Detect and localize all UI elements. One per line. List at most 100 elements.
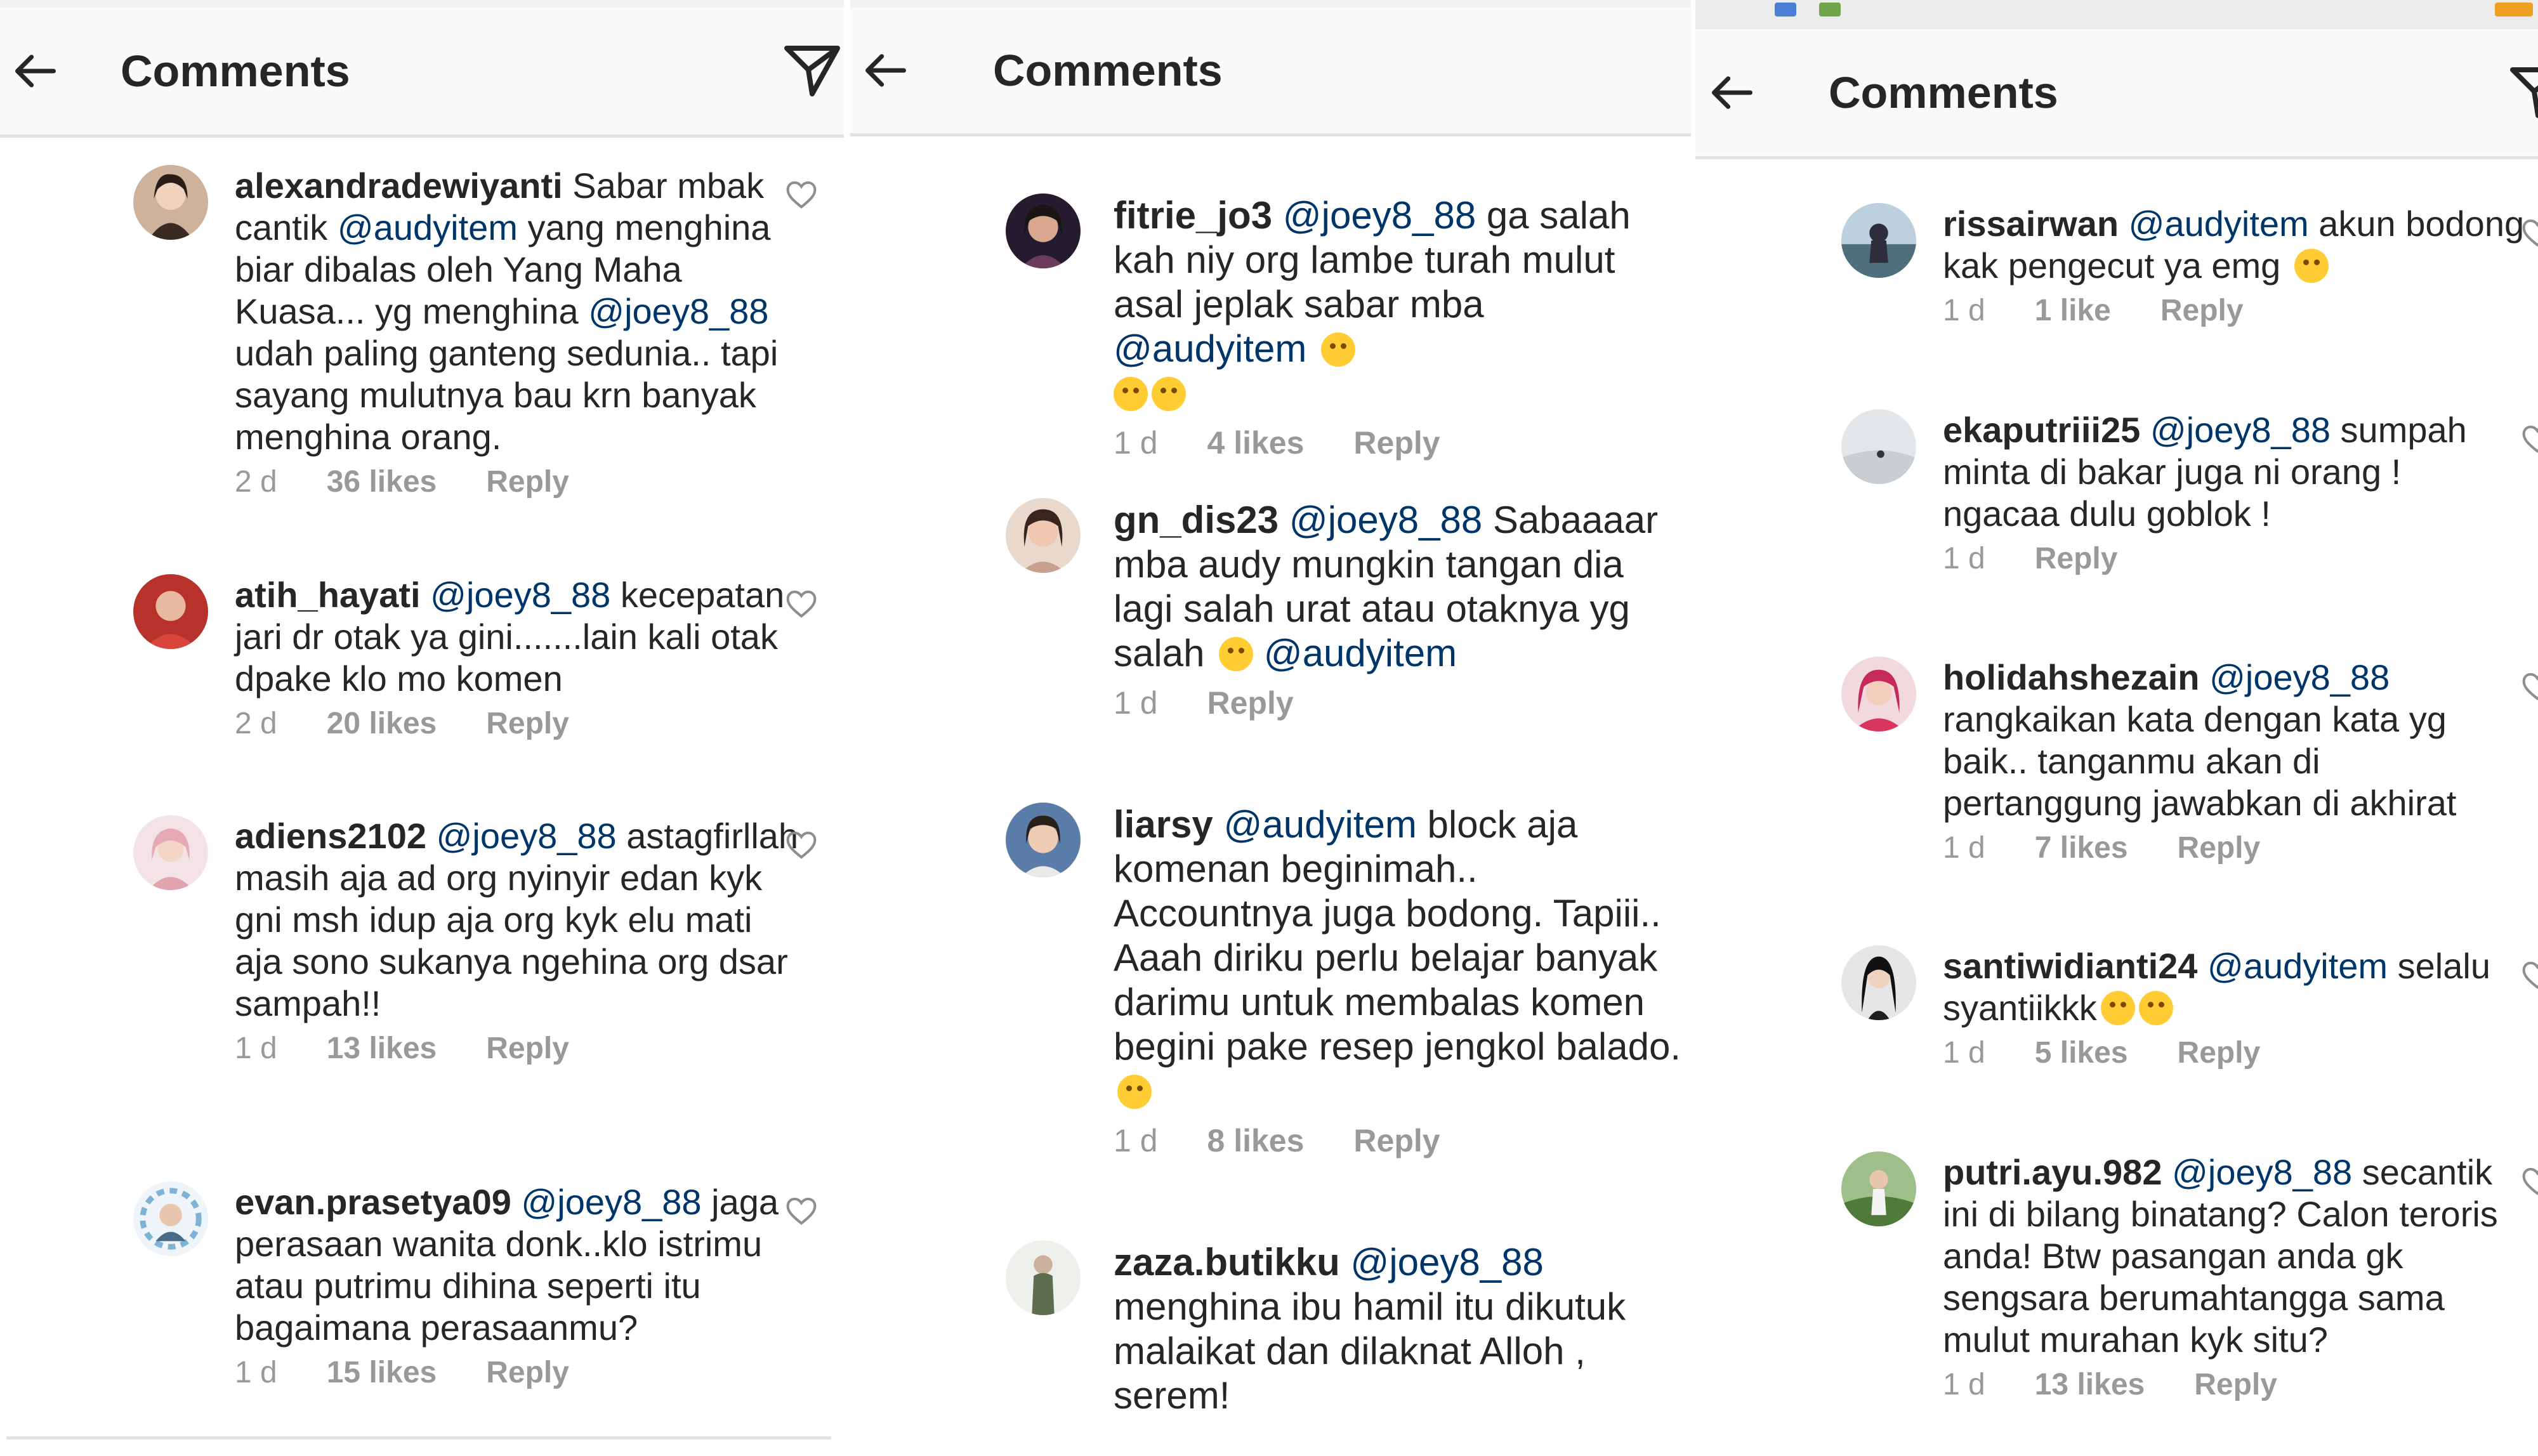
username-link[interactable]: zaza.butikku [1114,1241,1340,1283]
comment-body: alexandradewiyanti Sabar mbak cantik @au… [235,165,806,499]
avatar[interactable] [1841,203,1916,278]
back-arrow-icon[interactable] [11,47,60,95]
heart-icon[interactable] [784,178,819,212]
comment-body: liarsy @audyitem block aja komenan begin… [1114,803,1685,1159]
heart-eyes-emoji-icon [2100,991,2135,1025]
reply-button[interactable]: Reply [486,1355,569,1390]
mention-link[interactable]: @audyitem [1114,327,1306,370]
mention-link[interactable]: @audyitem [2207,946,2388,986]
avatar[interactable] [1841,409,1916,484]
mention-link[interactable]: @joey8_88 [2209,657,2390,697]
avatar[interactable] [1841,1151,1916,1226]
comment-text: evan.prasetya09 @joey8_88 jaga perasaan … [235,1181,806,1349]
heart-icon[interactable] [2520,216,2538,250]
avatar[interactable] [133,1181,208,1256]
smile-emoji-icon [2294,249,2329,283]
username-link[interactable]: fitrie_jo3 [1114,194,1272,237]
mention-link[interactable]: @joey8_88 [521,1182,701,1222]
reply-button[interactable]: Reply [2035,541,2118,576]
avatar[interactable] [1006,498,1081,573]
comment-text-part: menghina ibu hamil itu dikutuk malaikat … [1114,1285,1626,1417]
heart-icon[interactable] [2520,669,2538,704]
mention-link[interactable]: @joey8_88 [2150,410,2331,450]
comment-time: 1 d [1943,831,1985,865]
heart-icon[interactable] [2520,958,2538,992]
mention-link[interactable]: @joey8_88 [588,291,768,331]
mention-link[interactable]: @joey8_88 [1350,1241,1543,1283]
mention-link[interactable]: @audyitem [1223,803,1416,846]
heart-icon[interactable] [2520,1164,2538,1198]
likes-count[interactable]: 13 likes [327,1031,437,1066]
likes-count[interactable]: 36 likes [327,464,437,499]
avatar[interactable] [1006,193,1081,268]
likes-count[interactable]: 8 likes [1207,1122,1305,1159]
username-link[interactable]: santiwidianti24 [1943,946,2197,986]
mention-link[interactable]: @joey8_88 [1289,499,1482,541]
notification-icon [1819,3,1841,16]
username-link[interactable]: atih_hayati [235,575,421,615]
avatar[interactable] [1006,803,1081,877]
back-arrow-icon[interactable] [1708,69,1756,117]
reply-button[interactable]: Reply [2178,1035,2261,1070]
likes-count[interactable]: 1 like [2035,293,2111,328]
notification-icon [1775,3,1796,16]
username-link[interactable]: liarsy [1114,803,1213,846]
send-icon[interactable] [2508,62,2538,123]
status-bar [850,0,1691,8]
comments-header: Comments [1695,29,2538,159]
avatar[interactable] [133,815,208,890]
mention-link[interactable]: @audyitem [2129,204,2309,244]
send-icon[interactable] [782,41,843,102]
reply-button[interactable]: Reply [486,706,569,741]
likes-count[interactable]: 7 likes [2035,830,2128,865]
mention-link[interactable]: @joey8_88 [2172,1152,2352,1192]
reply-button[interactable]: Reply [1353,1122,1440,1159]
heart-icon[interactable] [2520,422,2538,456]
avatar[interactable] [133,574,208,649]
avatar[interactable] [1841,657,1916,731]
comments-screen-3: Comments rissairwan @audyitem akun bodon… [1695,0,2538,1456]
avatar[interactable] [1006,1240,1081,1315]
username-link[interactable]: holidahshezain [1943,657,2200,697]
reply-button[interactable]: Reply [2160,293,2244,328]
comment-meta: 1 d Reply [1943,541,2527,576]
divider [6,1436,831,1440]
reply-button[interactable]: Reply [486,1031,569,1066]
username-link[interactable]: alexandradewiyanti [235,166,563,206]
mention-link[interactable]: @joey8_88 [1283,194,1476,237]
comment-text: gn_dis23 @joey8_88 Sabaaaar mba audy mun… [1114,498,1685,676]
likes-count[interactable]: 4 likes [1207,424,1305,461]
comment-text: ekaputriii25 @joey8_88 sumpah minta di b… [1943,409,2527,535]
username-link[interactable]: rissairwan [1943,204,2119,244]
heart-icon[interactable] [784,587,819,621]
heart-eyes-emoji-icon [2138,991,2173,1025]
reply-button[interactable]: Reply [486,464,569,499]
likes-count[interactable]: 5 likes [2035,1035,2128,1070]
mention-link[interactable]: @audyitem [1264,632,1457,674]
username-link[interactable]: adiens2102 [235,816,426,856]
avatar[interactable] [1841,945,1916,1020]
mention-link[interactable]: @audyitem [338,207,518,247]
likes-count[interactable]: 15 likes [327,1355,437,1390]
avatar[interactable] [133,165,208,240]
username-link[interactable]: gn_dis23 [1114,499,1279,541]
reply-button[interactable]: Reply [2194,1367,2277,1402]
heart-icon[interactable] [784,828,819,862]
likes-count[interactable]: 13 likes [2035,1367,2145,1402]
back-arrow-icon[interactable] [862,46,910,95]
kiss-emoji-icon [1152,377,1186,411]
comment-body: ekaputriii25 @joey8_88 sumpah minta di b… [1943,409,2527,576]
heart-icon[interactable] [784,1194,819,1228]
reply-button[interactable]: Reply [1353,424,1440,461]
reply-button[interactable]: Reply [1207,685,1294,721]
mention-link[interactable]: @joey8_88 [437,816,617,856]
reply-button[interactable]: Reply [2178,830,2261,865]
likes-count[interactable]: 20 likes [327,706,437,741]
username-link[interactable]: putri.ayu.982 [1943,1152,2162,1192]
comment-time: 2 d [235,707,277,740]
username-link[interactable]: evan.prasetya09 [235,1182,511,1222]
comment-time: 1 d [1943,542,1985,575]
username-link[interactable]: ekaputriii25 [1943,410,2140,450]
mention-link[interactable]: @joey8_88 [430,575,610,615]
comment-meta: 2 d 20 likes Reply [235,706,806,741]
